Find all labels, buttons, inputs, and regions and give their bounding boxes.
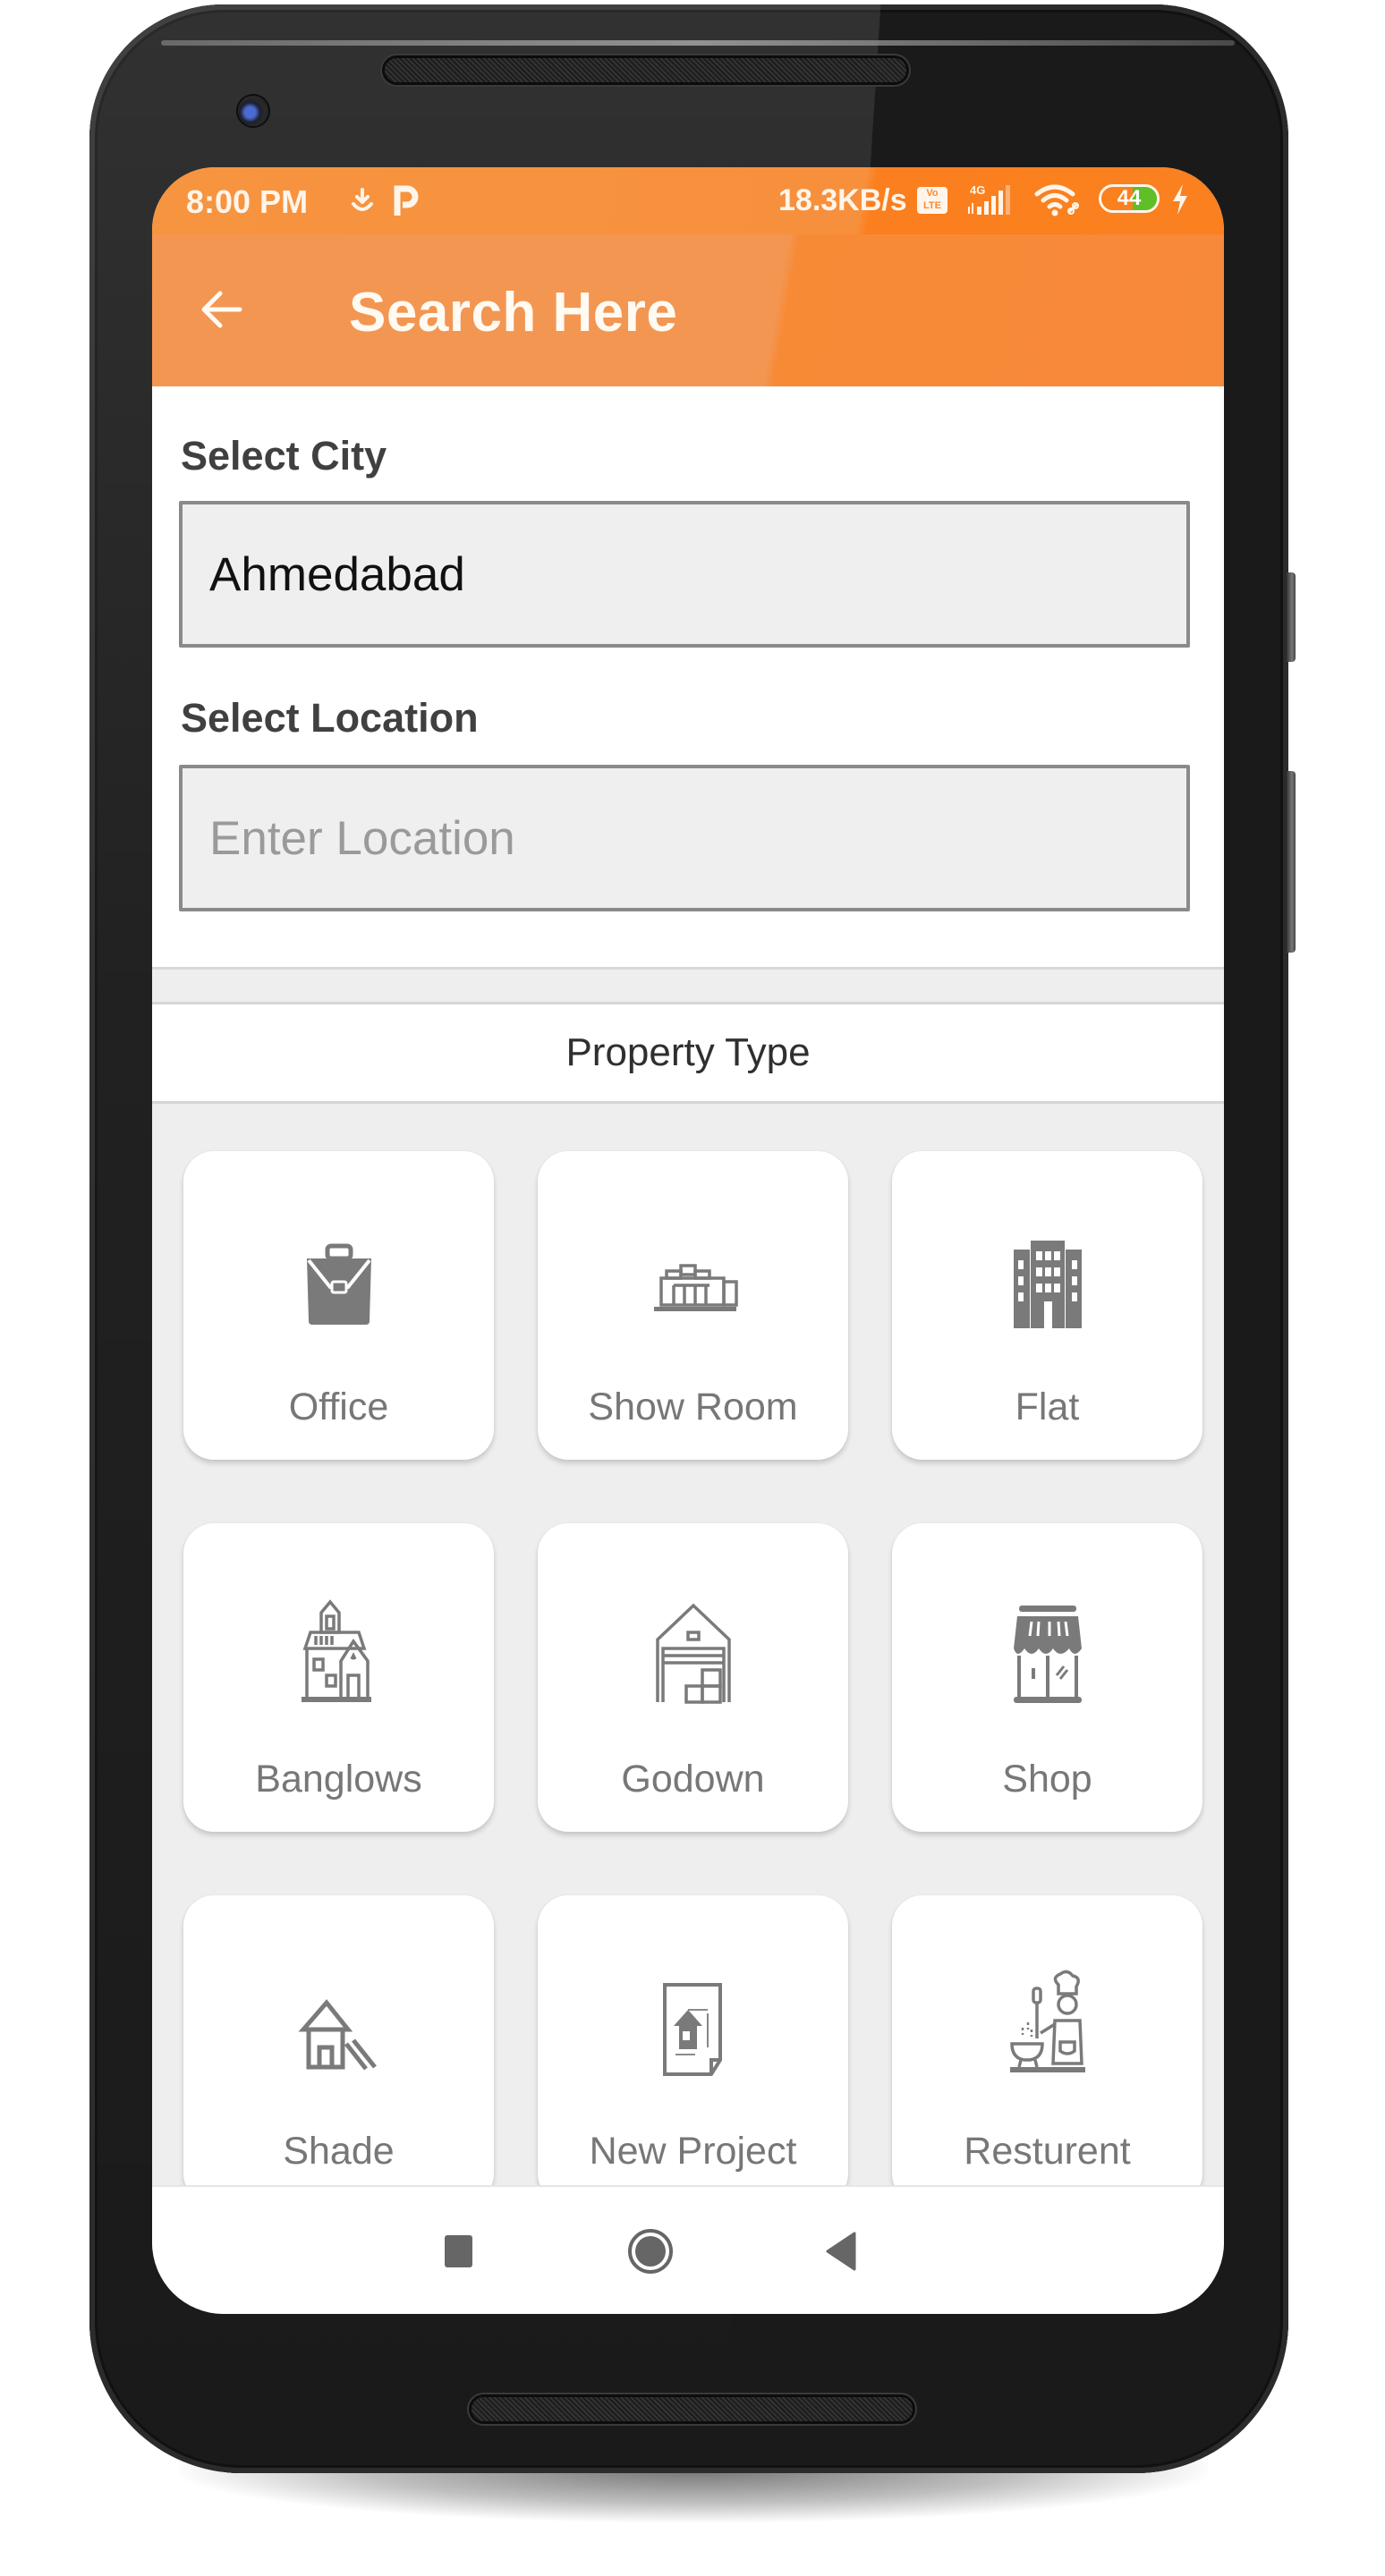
city-input[interactable]	[179, 501, 1190, 648]
arrow-left-icon[interactable]	[195, 283, 249, 336]
earpiece-speaker	[385, 58, 906, 82]
page-title: Search Here	[349, 282, 678, 343]
property-card-shade[interactable]: Shade	[183, 1895, 494, 2204]
warehouse-icon	[655, 1603, 731, 1704]
shop-icon	[1013, 1606, 1082, 1703]
back-triangle-icon[interactable]	[825, 2232, 857, 2271]
property-card-office[interactable]: Office	[183, 1151, 494, 1460]
briefcase-icon	[306, 1243, 371, 1325]
location-label: Select Location	[181, 695, 479, 741]
property-label: Shade	[283, 2130, 395, 2173]
front-camera	[238, 96, 268, 126]
property-card-flat[interactable]: Flat	[892, 1151, 1202, 1460]
location-input[interactable]	[179, 765, 1190, 911]
showroom-icon	[653, 1264, 738, 1311]
property-card-godown[interactable]: Godown	[538, 1523, 848, 1832]
signal-icon: 4G	[968, 183, 1010, 215]
bottom-speaker	[472, 2397, 913, 2421]
battery-level: 44	[1117, 186, 1142, 210]
property-label: Flat	[1015, 1385, 1080, 1428]
property-label: Godown	[621, 1758, 765, 1801]
property-card-new-project[interactable]: New Project	[538, 1895, 848, 2204]
volte-icon: Vo LTE	[917, 187, 947, 214]
battery-icon: 44	[1099, 184, 1160, 213]
property-label: Show Room	[588, 1385, 798, 1428]
property-label: Banglows	[255, 1758, 422, 1801]
volume-button[interactable]	[1287, 771, 1296, 953]
phone-glass-highlight	[161, 40, 1235, 46]
status-time: 8:00 PM	[186, 183, 309, 220]
building-icon	[1013, 1241, 1082, 1328]
property-card-shop[interactable]: Shop	[892, 1523, 1202, 1832]
p-app-icon	[394, 185, 419, 216]
system-nav-bar	[152, 2185, 1224, 2314]
property-label: New Project	[589, 2130, 797, 2173]
property-card-resturent[interactable]: Resturent	[892, 1895, 1202, 2204]
app-toolbar: Search Here	[152, 234, 1224, 386]
network-speed: 18.3KB/s	[778, 183, 907, 217]
property-label: Resturent	[964, 2130, 1131, 2173]
city-label: Select City	[181, 433, 387, 479]
blueprint-icon	[662, 1983, 722, 2076]
property-label: Office	[288, 1385, 389, 1428]
download-icon	[352, 188, 373, 211]
bungalow-icon	[301, 1599, 371, 1702]
home-icon[interactable]	[627, 2228, 674, 2275]
property-label: Shop	[1002, 1758, 1092, 1801]
status-bar: 8:00 PM 18.3KB/s Vo LTE 4G 44	[152, 167, 1224, 234]
recents-icon[interactable]	[445, 2235, 472, 2267]
phone-screen: 8:00 PM 18.3KB/s Vo LTE 4G 44 Search Her…	[152, 167, 1224, 2314]
wifi-icon	[1034, 184, 1079, 216]
power-button[interactable]	[1287, 572, 1296, 662]
charging-icon	[1173, 184, 1187, 215]
network-type: 4G	[970, 183, 985, 197]
property-type-header: Property Type	[152, 1002, 1224, 1104]
shed-icon	[298, 1999, 377, 2071]
search-form: Select City Select Location	[152, 386, 1224, 970]
property-card-show-room[interactable]: Show Room	[538, 1151, 848, 1460]
property-card-banglows[interactable]: Banglows	[183, 1523, 494, 1832]
chef-icon	[1009, 1970, 1085, 2072]
